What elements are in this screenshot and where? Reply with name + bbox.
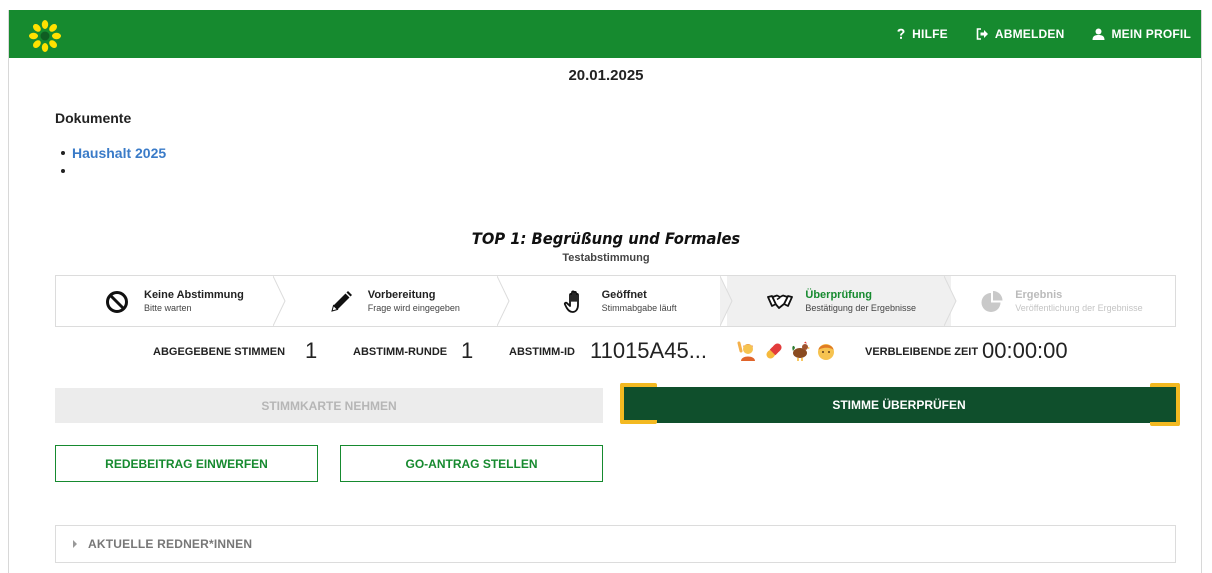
list-item — [61, 162, 166, 180]
remaining-time-value: 00:00:00 — [982, 338, 1068, 363]
logout-icon — [976, 28, 988, 40]
documents-heading: Dokumente — [55, 110, 132, 126]
user-icon — [1092, 28, 1105, 40]
step-title: Vorbereitung — [367, 289, 436, 301]
vote-round-value: 1 — [461, 338, 474, 363]
step-desc: Frage wird eingegeben — [367, 303, 460, 313]
vote-id-value: 11015A45... — [590, 338, 708, 363]
handshake-icon — [767, 294, 794, 309]
vote-id-label: ABSTIMM-ID — [509, 346, 575, 358]
step-title: Geöffnet — [601, 289, 647, 301]
votes-cast-value: 1 — [305, 338, 318, 363]
logout-label: ABMELDEN — [994, 27, 1065, 41]
bullet — [61, 169, 65, 173]
caret-right-icon — [73, 540, 77, 548]
step-desc: Bitte warten — [144, 303, 192, 313]
current-speakers-toggle[interactable]: AKTUELLE REDNER*INNEN — [55, 525, 1176, 563]
top-nav: HILFE ABMELDEN MEIN PROFIL — [896, 10, 1191, 58]
rooster-icon — [792, 341, 810, 361]
agenda-title: TOP 1: Begrüßung und Formales — [471, 229, 741, 248]
help-label: HILFE — [912, 27, 948, 41]
list-item: Haushalt 2025 — [61, 144, 166, 162]
step-geoeffnet: Geöffnet Stimmabgabe läuft — [503, 276, 733, 326]
pill-icon — [766, 343, 782, 359]
procedural-motion-button[interactable]: GO-ANTRAG STELLEN — [340, 445, 603, 482]
step-separator — [272, 276, 286, 326]
help-icon — [897, 28, 905, 39]
sunflower-icon[interactable] — [29, 20, 61, 52]
take-ballot-button[interactable]: STIMMKARTE NEHMEN — [55, 388, 603, 423]
vote-stats-bar: ABGEGEBENE STIMMEN 1 ABSTIMM-RUNDE 1 ABS… — [9, 337, 1201, 367]
submit-speech-button[interactable]: REDEBEITRAG EINWERFEN — [55, 445, 318, 482]
step-ueberpruefung: Überprüfung Bestätigung der Ergebnisse — [727, 276, 957, 326]
step-separator — [720, 276, 733, 326]
no-entry-icon — [106, 291, 128, 313]
step-separator — [496, 276, 510, 326]
check-vote-button[interactable]: STIMME ÜBERPRÜFEN — [621, 387, 1177, 423]
session-date: 20.01.2025 — [568, 67, 644, 84]
bullet — [61, 151, 65, 155]
step-title: Ergebnis — [1015, 289, 1063, 301]
step-desc: Bestätigung der Ergebnisse — [805, 303, 916, 313]
agenda-subtitle: Testabstimmung — [562, 252, 650, 264]
focus-indicator-left — [620, 383, 657, 424]
top-bar: HILFE ABMELDEN MEIN PROFIL — [9, 10, 1201, 58]
step-desc: Veröffentlichung der Ergebnisse — [1015, 303, 1143, 313]
app-frame: HILFE ABMELDEN MEIN PROFIL 20.01.2025 Do… — [8, 10, 1202, 573]
document-link[interactable]: Haushalt 2025 — [72, 144, 166, 162]
focus-indicator-right — [1150, 383, 1180, 426]
documents-list: Haushalt 2025 — [61, 144, 166, 180]
step-title: Keine Abstimmung — [144, 289, 244, 301]
step-ergebnis: Ergebnis Veröffentlichung der Ergebnisse — [951, 276, 1175, 326]
profile-label: MEIN PROFIL — [1111, 27, 1191, 41]
step-title: Überprüfung — [805, 289, 872, 301]
vote-emoji-code — [737, 340, 837, 362]
votes-cast-label: ABGEGEBENE STIMMEN — [153, 346, 286, 358]
profile-link[interactable]: MEIN PROFIL — [1092, 27, 1191, 41]
remaining-time-label: VERBLEIBENDE ZEIT — [865, 346, 979, 358]
logout-link[interactable]: ABMELDEN — [976, 27, 1065, 41]
step-desc: Stimmabgabe läuft — [601, 303, 677, 313]
child-face-icon — [818, 344, 834, 360]
current-speakers-label: AKTUELLE REDNER*INNEN — [88, 537, 253, 551]
step-keine-abstimmung: Keine Abstimmung Bitte warten — [56, 276, 286, 326]
step-separator — [944, 276, 957, 326]
person-raising-hand-icon — [737, 341, 755, 361]
vote-progress-steps: Keine Abstimmung Bitte warten Vorbereitu… — [55, 275, 1176, 327]
hand-icon — [563, 290, 579, 313]
step-vorbereitung: Vorbereitung Frage wird eingegeben — [279, 276, 510, 326]
pencil-icon — [331, 291, 352, 312]
pie-chart-icon — [981, 291, 1003, 312]
help-link[interactable]: HILFE — [896, 27, 948, 41]
vote-round-label: ABSTIMM-RUNDE — [353, 346, 448, 358]
